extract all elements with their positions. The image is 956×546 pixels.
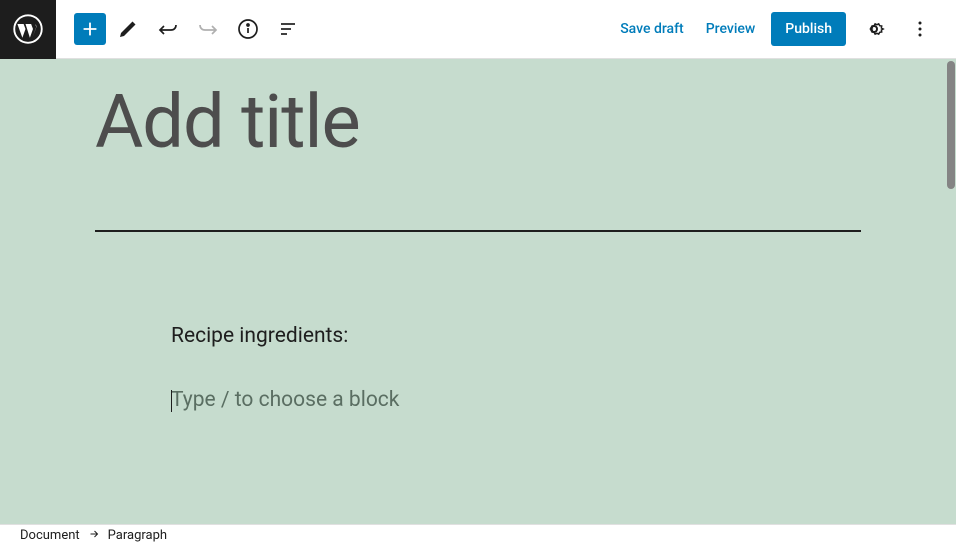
edit-mode-button[interactable] <box>110 11 146 47</box>
breadcrumb-root[interactable]: Document <box>20 528 80 543</box>
undo-button[interactable] <box>150 11 186 47</box>
redo-button[interactable] <box>190 11 226 47</box>
list-outline-icon <box>276 17 300 41</box>
arrow-right-icon <box>88 528 100 540</box>
breadcrumb-current[interactable]: Paragraph <box>108 528 167 543</box>
settings-button[interactable] <box>856 11 892 47</box>
preview-button[interactable]: Preview <box>700 13 762 45</box>
editor-content: Add title Recipe ingredients: Type / to … <box>0 59 956 412</box>
more-vertical-icon <box>908 17 932 41</box>
publish-button[interactable]: Publish <box>771 12 846 46</box>
add-block-button[interactable] <box>74 13 106 45</box>
block-breadcrumb: Document Paragraph <box>0 524 956 546</box>
empty-block-placeholder[interactable]: Type / to choose a block <box>95 388 861 412</box>
wordpress-icon <box>13 14 43 44</box>
outline-button[interactable] <box>270 11 306 47</box>
undo-icon <box>156 17 180 41</box>
paragraph-block[interactable]: Recipe ingredients: <box>95 324 861 348</box>
gear-icon <box>862 17 886 41</box>
wordpress-logo[interactable] <box>0 0 56 59</box>
right-toolbar-group: Save draft Preview Publish <box>614 11 956 47</box>
save-draft-button[interactable]: Save draft <box>614 13 690 45</box>
scrollbar-track <box>946 59 956 524</box>
info-icon <box>236 17 260 41</box>
info-button[interactable] <box>230 11 266 47</box>
post-title-input[interactable]: Add title <box>95 59 861 230</box>
separator-block[interactable] <box>95 230 861 232</box>
editor-toolbar: Save draft Preview Publish <box>0 0 956 59</box>
scrollbar-thumb[interactable] <box>947 61 955 189</box>
plus-icon <box>79 18 101 40</box>
more-options-button[interactable] <box>902 11 938 47</box>
editor-canvas[interactable]: Add title Recipe ingredients: Type / to … <box>0 59 956 524</box>
breadcrumb-separator <box>88 528 100 544</box>
left-toolbar-group <box>56 11 306 47</box>
pencil-icon <box>116 17 140 41</box>
redo-icon <box>196 17 220 41</box>
